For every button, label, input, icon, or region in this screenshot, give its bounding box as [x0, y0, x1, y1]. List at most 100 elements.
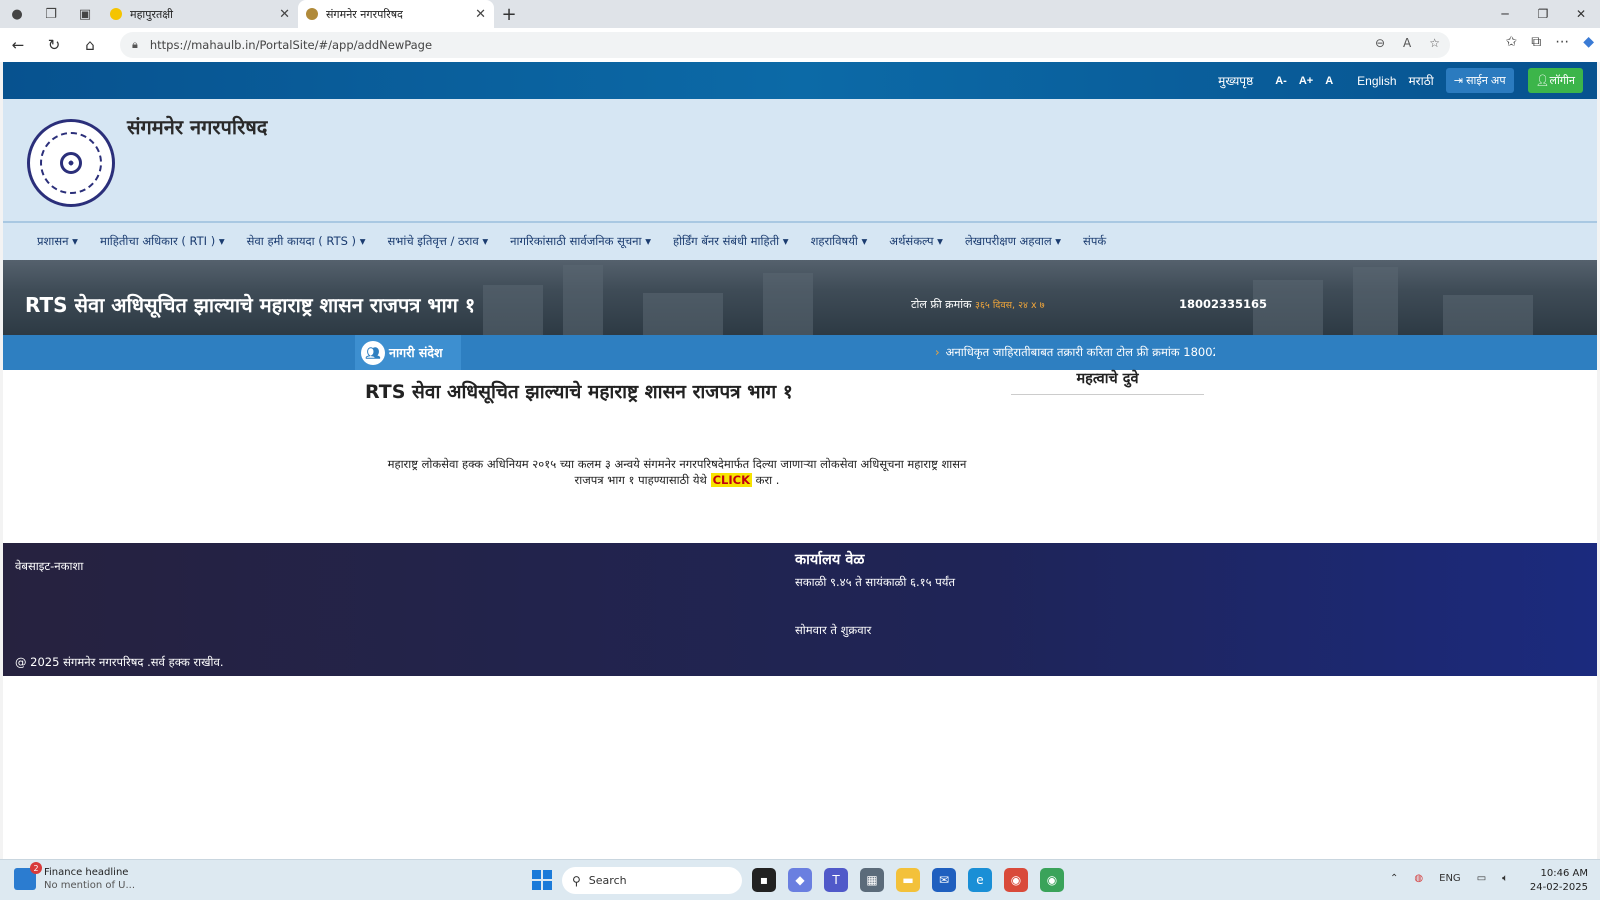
signup-button[interactable]: ⇥ साईन अप: [1445, 68, 1514, 93]
click-here-link[interactable]: CLICK: [710, 473, 752, 487]
back-icon[interactable]: ←: [0, 28, 36, 62]
menu-item-audit[interactable]: लेखापरीक्षण अहवाल ▾: [965, 234, 1061, 249]
menu-item-administration[interactable]: प्रशासन ▾: [37, 234, 78, 249]
chakra-icon: [60, 152, 82, 174]
chevron-up-icon[interactable]: ⌃: [1390, 873, 1398, 884]
home-link[interactable]: मुख्यपृष्ठ: [1218, 72, 1253, 89]
url-text: https://mahaulb.in/PortalSite/#/app/addN…: [149, 38, 433, 52]
widgets-icon: 2: [14, 862, 42, 890]
store-icon[interactable]: ▦: [860, 868, 884, 892]
news-widget[interactable]: 2 Finance headline No mention of U...: [14, 862, 135, 892]
main-content: RTS सेवा अधिसूचित झाल्याचे महाराष्ट्र शा…: [3, 370, 1597, 543]
widget-subtitle: No mention of U...: [44, 880, 136, 891]
chrome-profile-icon[interactable]: ◉: [1040, 868, 1064, 892]
page-banner: RTS सेवा अधिसूचित झाल्याचे महाराष्ट्र शा…: [3, 260, 1597, 335]
menu-item-rts[interactable]: सेवा हमी कायदा ( RTS ) ▾: [247, 234, 366, 249]
news-label-text: नागरी संदेश: [389, 345, 443, 360]
close-window-icon[interactable]: ✕: [1562, 0, 1600, 28]
outlook-icon[interactable]: ✉: [932, 868, 956, 892]
teams-icon[interactable]: T: [824, 868, 848, 892]
lang-english-link[interactable]: English: [1357, 74, 1396, 88]
skyline-shape: [643, 293, 723, 335]
body-text-prefix: महाराष्ट्र लोकसेवा हक्क अधिनियम २०१५ च्य…: [387, 457, 967, 487]
important-links-heading: महत्वाचे दुवे: [1011, 368, 1204, 395]
sitemap-link[interactable]: वेबसाइट-नकाशा: [15, 559, 83, 574]
office-hours-heading: कार्यालय वेळ: [795, 552, 865, 568]
font-reset-button[interactable]: A: [1325, 75, 1333, 87]
tollfree-number[interactable]: 18002335165: [1179, 297, 1267, 311]
restore-icon[interactable]: ❐: [1524, 0, 1562, 28]
skyline-shape: [1443, 295, 1533, 335]
collections-icon[interactable]: ⧉: [1531, 34, 1541, 50]
refresh-icon[interactable]: ↻: [36, 28, 72, 62]
start-tile: [532, 881, 541, 890]
copilot-icon[interactable]: ◆: [1583, 34, 1594, 50]
start-button[interactable]: [532, 870, 552, 890]
taskbar-search[interactable]: ⚲ Search: [562, 867, 742, 894]
tab-title: संगमनेर नगरपरिषद: [326, 7, 403, 21]
skyline-shape: [763, 273, 813, 335]
tab-actions-icon[interactable]: ▣: [68, 0, 102, 28]
window-controls: ─ ❐ ✕: [1486, 0, 1600, 28]
new-tab-button[interactable]: +: [494, 0, 524, 28]
news-ticker-text: अनाधिकृत जाहिरातीबाबत तक्रारी करिता टोल …: [945, 345, 1215, 359]
language-indicator[interactable]: ENG: [1439, 873, 1461, 884]
address-bar[interactable]: 🔒︎ https://mahaulb.in/PortalSite/#/app/a…: [120, 32, 1450, 58]
news-bar: 👥︎ नागरी संदेश › अनाधिकृत जाहिरातीबाबत तक…: [3, 335, 1597, 370]
browser-tab-mahapuratakshi[interactable]: महापुरतक्षी ✕: [102, 0, 298, 28]
notification-badge: 2: [30, 862, 42, 874]
site-topbar: मुख्यपृष्ठ A- A+ A English मराठी ⇥ साईन …: [3, 62, 1597, 99]
user-icon: 👤︎: [1535, 75, 1550, 87]
copilot-app-icon[interactable]: ◆: [788, 868, 812, 892]
font-decrease-button[interactable]: A-: [1275, 75, 1287, 87]
chrome-icon[interactable]: ◉: [1004, 868, 1028, 892]
task-view-icon[interactable]: ▪: [752, 868, 776, 892]
tab-close-icon[interactable]: ✕: [279, 7, 290, 22]
login-button[interactable]: 👤︎लॉगीन: [1527, 68, 1583, 93]
tab-close-icon[interactable]: ✕: [475, 7, 486, 22]
news-label: 👥︎ नागरी संदेश: [355, 335, 461, 370]
more-menu-icon[interactable]: ⋯: [1555, 34, 1569, 50]
network-icon[interactable]: ▭: [1477, 873, 1486, 884]
menu-item-meetings[interactable]: सभांचे इतिवृत्त / ठराव ▾: [387, 234, 488, 249]
banner-title: RTS सेवा अधिसूचित झाल्याचे महाराष्ट्र शा…: [25, 293, 476, 317]
tollfree-label: टोल फ्री क्रमांक ३६५ दिवस, २४ x ७: [911, 297, 1045, 312]
volume-icon[interactable]: 🔈︎: [1502, 873, 1508, 884]
home-icon[interactable]: ⌂: [72, 28, 108, 62]
widget-text: Finance headline No mention of U...: [44, 866, 135, 892]
security-icon[interactable]: ◍: [1414, 873, 1423, 884]
page-viewport: मुख्यपृष्ठ A- A+ A English मराठी ⇥ साईन …: [3, 62, 1597, 859]
browser-right-tools: ✩ ⧉ ⋯ ◆: [1505, 34, 1594, 50]
municipal-seal-logo[interactable]: [27, 119, 115, 207]
news-ticker[interactable]: › अनाधिकृत जाहिरातीबाबत तक्रारी करिता टोल…: [935, 345, 1215, 360]
profile-icon[interactable]: ●: [0, 0, 34, 28]
font-increase-button[interactable]: A+: [1299, 75, 1313, 87]
edge-icon[interactable]: e: [968, 868, 992, 892]
menu-item-public-notices[interactable]: नागरिकांसाठी सार्वजनिक सूचना ▾: [510, 234, 651, 249]
tab-favicon-icon: [110, 8, 122, 20]
system-clock[interactable]: 10:46 AM 24-02-2025: [1530, 867, 1588, 895]
site-info-icon[interactable]: 🔒︎: [132, 38, 138, 52]
tab-title: महापुरतक्षी: [130, 7, 174, 21]
favorite-star-icon[interactable]: ☆: [1429, 36, 1440, 50]
lang-marathi-link[interactable]: मराठी: [1409, 72, 1434, 89]
read-aloud-icon[interactable]: A: [1403, 36, 1411, 50]
browser-tab-sangamner[interactable]: संगमनेर नगरपरिषद ✕: [298, 0, 494, 28]
menu-item-about-city[interactable]: शहराविषयी ▾: [811, 234, 868, 249]
file-explorer-icon[interactable]: ▬: [896, 868, 920, 892]
start-tile: [532, 870, 541, 879]
zoom-icon[interactable]: ⊖: [1375, 36, 1385, 50]
minimize-icon[interactable]: ─: [1486, 0, 1524, 28]
office-days: सोमवार ते शुक्रवार: [795, 623, 872, 637]
menu-item-contact[interactable]: संपर्क: [1083, 234, 1106, 249]
skyline-shape: [563, 265, 603, 335]
menu-item-hoarding[interactable]: होर्डिंग बॅनर संबंधी माहिती ▾: [673, 234, 789, 249]
menu-item-budget[interactable]: अर्थसंकल्प ▾: [889, 234, 943, 249]
tab-favicon-icon: [306, 8, 318, 20]
search-icon: ⚲: [572, 873, 581, 888]
widget-title: Finance headline: [44, 867, 129, 878]
workspaces-icon[interactable]: ❐: [34, 0, 68, 28]
favorites-icon[interactable]: ✩: [1505, 34, 1517, 50]
skyline-shape: [1353, 267, 1398, 335]
menu-item-rti[interactable]: माहितीचा अधिकार ( RTI ) ▾: [100, 234, 225, 249]
